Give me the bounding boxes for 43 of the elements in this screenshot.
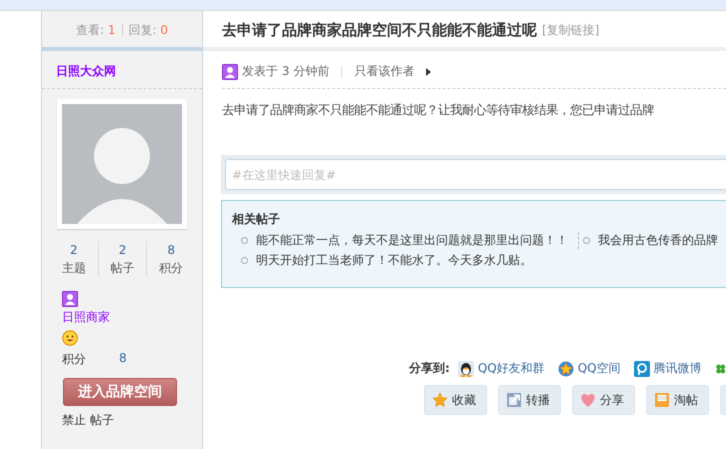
count-label: 主题 [60,260,87,277]
star-icon [558,360,574,376]
action-button[interactable]: 淘帖 [646,385,709,415]
weibo-icon [634,360,650,376]
count-label: 帖子 [110,260,136,277]
caret-icon[interactable] [426,68,432,76]
star-icon [432,392,448,408]
count-value[interactable]: 2 [98,241,146,259]
quick-reply-field[interactable]: #在这里快速回复# [221,155,726,194]
share-label: 分享到: [409,360,450,377]
related-title: 相关帖子 [232,211,281,228]
post-title: 去申请了品牌商家品牌空间不只能能不能通过呢 [222,20,537,40]
points-label: 积分 [62,351,86,368]
forward-icon [506,392,522,408]
share-link[interactable]: QQ空间 [558,360,621,377]
action-button[interactable]: 收藏 [424,385,487,415]
views-count: 查看: 1 [76,22,116,38]
count-label: 积分 [158,260,184,277]
related-post-link[interactable]: 我会用古色传香的品牌 [578,232,718,249]
post-body: 去申请了品牌商家不只能能不能通过呢？让我耐心等待审核结果，您已申请过品牌 [222,102,655,119]
author-only-link[interactable]: 只看该作者 [354,63,414,80]
post-time: 发表于 3 分钟前 [242,63,330,80]
user-group[interactable]: 日照商家 [62,309,202,326]
replies-count: 回复: 0 [128,22,168,38]
heart-icon [580,392,596,408]
related-post-link[interactable]: 明天开始打工当老师了！不能水了。今天多水几贴。 [232,252,726,269]
action-button[interactable]: 分享 [572,385,635,415]
penguin-icon [458,360,474,376]
related-post-link[interactable]: 能不能正常一点，每天不是这里出问题就是那里出问题！！ [232,232,568,249]
smiley-icon [62,330,78,346]
tray-icon [654,392,670,408]
count-value[interactable]: 8 [147,241,196,259]
points-value: 8 [119,351,127,367]
count-value[interactable]: 2 [50,241,98,259]
share-link[interactable]: QQ好友和群 [458,360,545,377]
action-link[interactable]: 帖子 [90,412,114,429]
action-button[interactable]: 转播 [498,385,561,415]
author-name[interactable]: 日照大众网 [42,51,202,89]
share-link[interactable]: 腾讯微博 [634,360,702,377]
brand-space-button[interactable]: 进入品牌空间 [63,378,177,406]
action-link[interactable]: 禁止 [62,412,86,429]
user-icon [62,291,78,307]
user-icon [222,64,238,80]
